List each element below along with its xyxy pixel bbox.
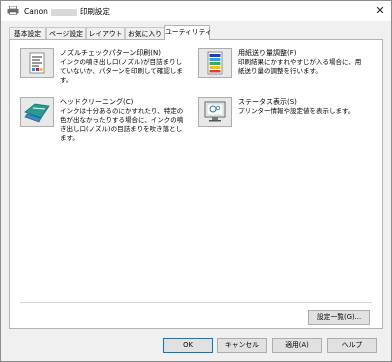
redacted-model-name [50, 8, 77, 16]
title-bar: Canon 印刷設定 ✕ [1, 1, 391, 21]
close-button[interactable]: ✕ [374, 5, 386, 17]
status-display-feature: ステータス表示(S) プリンター情報や設定値を表示します。 [198, 97, 378, 137]
head-cleaning-title: ヘッドクリーニング(C) [60, 98, 134, 106]
status-display-title: ステータス表示(S) [238, 98, 297, 106]
status-monitor-icon [204, 101, 226, 122]
status-display-button[interactable] [198, 97, 232, 127]
head-cleaning-button[interactable] [20, 97, 54, 127]
paper-feed-title: 用紙送り量調整(F) [238, 49, 297, 57]
paper-feed-desc: 印刷結果にかすれやすじが入る場合に、用紙送り量の調整を行います。 [238, 58, 362, 75]
head-cleaning-desc: インクは十分あるのにかすれたり、特定の色が出なかったりする場合に、インクの噴き出… [60, 107, 184, 142]
nozzle-check-feature: ノズルチェックパターン印刷(N) インクの噴き出し口(ノズル)が目詰まりしていな… [20, 48, 195, 88]
title-suffix: 印刷設定 [79, 7, 110, 16]
printer-icon [7, 5, 19, 15]
settings-list-button[interactable]: 設定一覧(G)... [308, 310, 370, 325]
tab-page-setup[interactable]: ページ設定 [46, 27, 86, 39]
apply-button[interactable]: 適用(A) [272, 338, 322, 353]
nozzle-check-button[interactable] [20, 48, 54, 78]
head-cleaning-feature: ヘッドクリーニング(C) インクは十分あるのにかすれたり、特定の色が出なかったり… [20, 97, 195, 142]
window-title: Canon 印刷設定 [24, 6, 110, 17]
nozzle-check-title: ノズルチェックパターン印刷(N) [60, 49, 161, 57]
nozzle-pattern-icon [29, 52, 45, 74]
help-button[interactable]: ヘルプ [327, 338, 377, 353]
status-display-desc: プリンター情報や設定値を表示します。 [238, 107, 355, 115]
head-cleaning-icon [24, 103, 50, 123]
paper-feed-button[interactable] [198, 48, 232, 78]
tab-basic-settings[interactable]: 基本設定 [9, 27, 46, 39]
panel-separator [20, 302, 372, 303]
tab-utility[interactable]: ユーティリティ [164, 25, 212, 40]
tab-favorites[interactable]: お気に入り [125, 27, 165, 39]
cancel-button[interactable]: キャンセル [217, 338, 267, 353]
ok-button[interactable]: OK [163, 338, 213, 353]
nozzle-check-desc: インクの噴き出し口(ノズル)が目詰まりしていないか、パターンを印刷して確認します… [60, 58, 183, 84]
paper-feed-feature: 用紙送り量調整(F) 印刷結果にかすれやすじが入る場合に、用紙送り量の調整を行い… [198, 48, 378, 88]
paper-feed-icon [207, 51, 223, 75]
title-prefix: Canon [24, 7, 48, 16]
utility-panel: ノズルチェックパターン印刷(N) インクの噴き出し口(ノズル)が目詰まりしていな… [9, 39, 383, 329]
tab-layout[interactable]: レイアウト [86, 27, 125, 39]
printer-settings-window: Canon 印刷設定 ✕ 基本設定 ページ設定 レイアウト お気に入り ユーティリ… [0, 0, 392, 362]
